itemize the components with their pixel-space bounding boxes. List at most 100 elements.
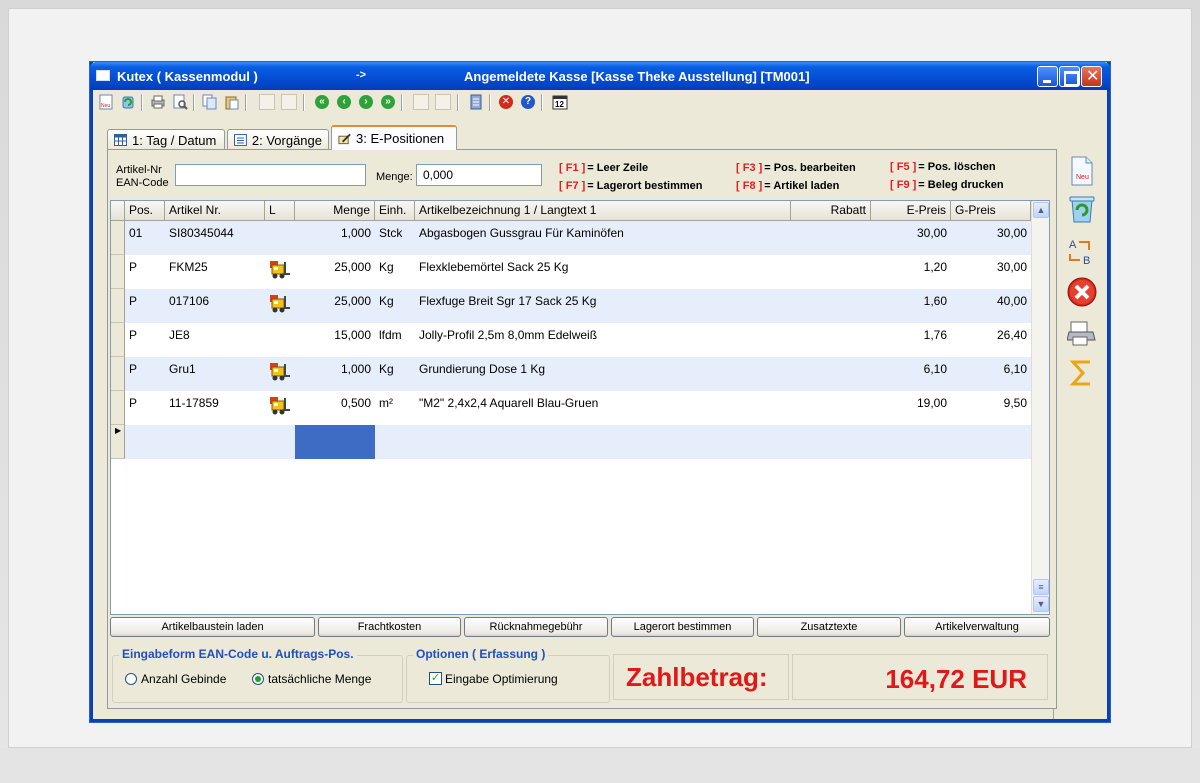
cell-e-preis[interactable]: 1,20 — [871, 260, 947, 274]
eingabe-optimierung-label[interactable]: Eingabe Optimierung — [445, 672, 558, 686]
cell-e-preis[interactable]: 30,00 — [871, 226, 947, 240]
toolbar-blank-button[interactable] — [435, 94, 451, 110]
cell-einheit[interactable]: m² — [379, 396, 415, 410]
cell-bezeichnung[interactable]: Flexklebemörtel Sack 25 Kg — [419, 260, 789, 274]
cell-e-preis[interactable]: 19,00 — [871, 396, 947, 410]
new-doc-icon[interactable]: Neu — [97, 93, 115, 111]
toolbar-blank-button[interactable] — [413, 94, 429, 110]
selected-cell[interactable] — [295, 425, 375, 459]
cell-e-preis[interactable]: 1,76 — [871, 328, 947, 342]
cell-einheit[interactable]: Kg — [379, 260, 415, 274]
tatsaechliche-menge-radio[interactable] — [252, 673, 264, 685]
cell-einheit[interactable]: Kg — [379, 362, 415, 376]
cell-bezeichnung[interactable]: "M2" 2,4x2,4 Aquarell Blau-Gruen — [419, 396, 789, 410]
prev-icon[interactable]: ‹ — [335, 93, 353, 111]
cell-artikel-nr[interactable]: FKM25 — [169, 260, 265, 274]
col-lager[interactable]: L — [265, 201, 295, 221]
cell-bezeichnung[interactable]: Grundierung Dose 1 Kg — [419, 362, 789, 376]
last-icon[interactable]: » — [379, 93, 397, 111]
cell-artikel-nr[interactable]: 017106 — [169, 294, 265, 308]
col-artikel-nr[interactable]: Artikel Nr. — [165, 201, 265, 221]
scroll-up-button[interactable]: ▲ — [1033, 202, 1049, 218]
calendar-icon[interactable]: 12 — [551, 93, 569, 111]
new-entry-row[interactable]: ▶ — [111, 425, 1031, 459]
frachtkosten-button[interactable]: Frachtkosten — [318, 617, 461, 637]
cell-menge[interactable]: 1,000 — [295, 362, 371, 376]
row-selector[interactable]: ▶ — [111, 425, 125, 459]
col-g-preis[interactable]: G-Preis — [951, 201, 1031, 221]
col-menge[interactable]: Menge — [295, 201, 375, 221]
row-selector[interactable] — [111, 221, 125, 255]
cell-g-preis[interactable]: 9,50 — [951, 396, 1027, 410]
cell-artikel-nr[interactable]: Gru1 — [169, 362, 265, 376]
cell-einheit[interactable]: lfdm — [379, 328, 415, 342]
cell-menge[interactable]: 25,000 — [295, 260, 371, 274]
maximize-button[interactable] — [1059, 66, 1080, 87]
forklift-icon[interactable] — [269, 294, 291, 314]
cell-pos[interactable]: 01 — [129, 226, 165, 240]
cell-menge[interactable]: 15,000 — [295, 328, 371, 342]
cell-menge[interactable]: 1,000 — [295, 226, 371, 240]
refresh-icon[interactable] — [119, 93, 137, 111]
copy-icon[interactable] — [201, 93, 219, 111]
cell-e-preis[interactable]: 1,60 — [871, 294, 947, 308]
forklift-icon[interactable] — [269, 260, 291, 280]
forklift-icon[interactable] — [269, 362, 291, 382]
help-icon[interactable]: ? — [519, 93, 537, 111]
next-icon[interactable]: › — [357, 93, 375, 111]
artikelbaustein-laden-button[interactable]: Artikelbaustein laden — [110, 617, 315, 637]
forklift-icon[interactable] — [269, 396, 291, 416]
recycle-icon[interactable] — [1065, 192, 1099, 226]
scroll-thumb[interactable]: ≡ — [1033, 579, 1049, 595]
table-row[interactable]: P 11-17859 0,500 m² "M2" 2,4x2,4 Aquarell Bl… — [111, 391, 1031, 425]
cancel-icon[interactable]: ✕ — [497, 93, 515, 111]
row-selector[interactable] — [111, 255, 125, 289]
cell-bezeichnung[interactable]: Flexfuge Breit Sgr 17 Sack 25 Kg — [419, 294, 789, 308]
cell-pos[interactable]: P — [129, 328, 165, 342]
col-e-preis[interactable]: E-Preis — [871, 201, 951, 221]
cell-g-preis[interactable]: 40,00 — [951, 294, 1027, 308]
table-row[interactable]: P JE8 15,000 lfdm Jolly-Profil 2,5m 8,0mm Ed… — [111, 323, 1031, 357]
ruecknahmegebuehr-button[interactable]: Rücknahmegebühr — [464, 617, 608, 637]
notes-icon[interactable] — [467, 93, 485, 111]
row-selector[interactable] — [111, 357, 125, 391]
row-selector[interactable] — [111, 323, 125, 357]
tab-vorgaenge[interactable]: 2: Vorgänge — [227, 129, 329, 150]
cell-pos[interactable]: P — [129, 260, 165, 274]
lagerort-bestimmen-button[interactable]: Lagerort bestimmen — [611, 617, 754, 637]
cell-bezeichnung[interactable]: Jolly-Profil 2,5m 8,0mm Edelweiß — [419, 328, 789, 342]
cell-artikel-nr[interactable]: 11-17859 — [169, 396, 265, 410]
cell-g-preis[interactable]: 26,40 — [951, 328, 1027, 342]
menge-input[interactable] — [416, 164, 542, 186]
cell-einheit[interactable]: Kg — [379, 294, 415, 308]
cell-pos[interactable]: P — [129, 396, 165, 410]
cell-g-preis[interactable]: 30,00 — [951, 226, 1027, 240]
tab-tag-datum[interactable]: 1: Tag / Datum — [107, 129, 225, 150]
minimize-button[interactable] — [1037, 66, 1058, 87]
print-icon[interactable] — [149, 93, 167, 111]
col-einheit[interactable]: Einh. — [375, 201, 415, 221]
table-row[interactable]: P 017106 25,000 Kg Flexfuge Breit Sgr 17 Sac… — [111, 289, 1031, 323]
table-row[interactable]: P FKM25 25,000 Kg Flexklebemörtel Sack 25 Kg… — [111, 255, 1031, 289]
cell-einheit[interactable]: Stck — [379, 226, 415, 240]
anzahl-gebinde-label[interactable]: Anzahl Gebinde — [141, 672, 226, 686]
cell-e-preis[interactable]: 6,10 — [871, 362, 947, 376]
row-selector[interactable] — [111, 391, 125, 425]
artikel-nr-input[interactable] — [175, 164, 366, 186]
first-icon[interactable]: « — [313, 93, 331, 111]
toolbar-blank-button[interactable] — [259, 94, 275, 110]
eingabe-optimierung-checkbox[interactable]: ✓ — [429, 672, 442, 685]
cell-artikel-nr[interactable]: JE8 — [169, 328, 265, 342]
cell-pos[interactable]: P — [129, 362, 165, 376]
new-doc-icon[interactable]: Neu — [1065, 154, 1099, 188]
cell-g-preis[interactable]: 30,00 — [951, 260, 1027, 274]
cancel-icon[interactable] — [1065, 275, 1099, 309]
scroll-down-button[interactable]: ▼ — [1033, 596, 1049, 612]
cell-artikel-nr[interactable]: SI80345044 — [169, 226, 265, 240]
cell-menge[interactable]: 25,000 — [295, 294, 371, 308]
toolbar-blank-button[interactable] — [281, 94, 297, 110]
artikelverwaltung-button[interactable]: Artikelverwaltung — [904, 617, 1050, 637]
sort-ab-icon[interactable]: AB — [1065, 234, 1099, 268]
anzahl-gebinde-radio[interactable] — [125, 673, 137, 685]
print-preview-icon[interactable] — [171, 93, 189, 111]
